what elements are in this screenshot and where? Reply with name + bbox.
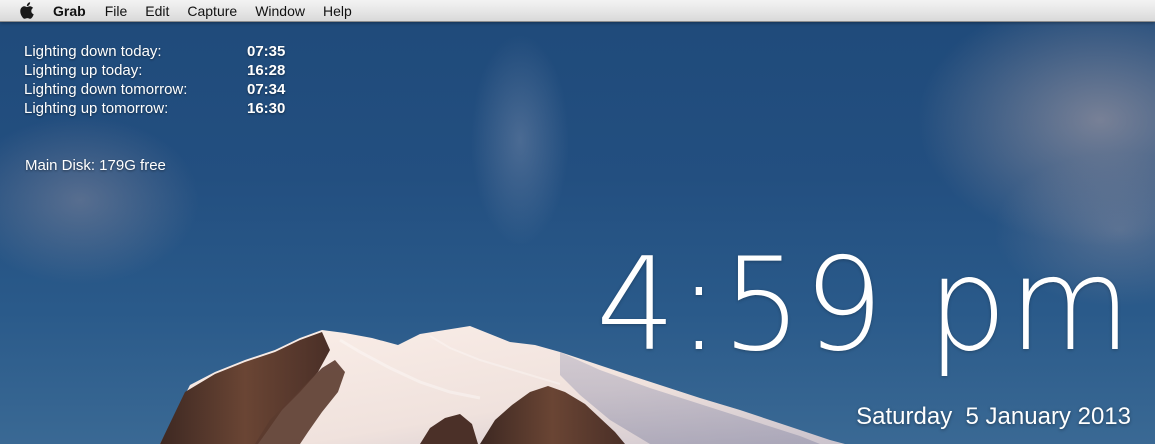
info-label: Lighting up today: bbox=[24, 62, 143, 79]
menu-capture[interactable]: Capture bbox=[187, 0, 237, 22]
menu-edit[interactable]: Edit bbox=[145, 0, 169, 22]
menu-bar: Grab File Edit Capture Window Help bbox=[0, 0, 1155, 22]
info-row: Lighting down today: 07:35 bbox=[24, 42, 285, 61]
menu-help[interactable]: Help bbox=[323, 0, 352, 22]
info-label: Lighting down tomorrow: bbox=[24, 81, 188, 98]
info-row: Lighting up tomorrow: 16:30 bbox=[24, 99, 285, 118]
info-label: Lighting down today: bbox=[24, 43, 162, 60]
desktop-wallpaper: Grab File Edit Capture Window Help Light… bbox=[0, 0, 1155, 444]
menu-window[interactable]: Window bbox=[255, 0, 305, 22]
info-value: 16:30 bbox=[247, 100, 286, 117]
info-value: 16:28 bbox=[247, 62, 286, 79]
clock-date: Saturday 5 January 2013 bbox=[856, 403, 1131, 430]
apple-logo-icon[interactable] bbox=[18, 2, 34, 20]
lighting-times-widget: Lighting down today: 07:35 Lighting up t… bbox=[24, 42, 285, 118]
info-label: Lighting up tomorrow: bbox=[24, 100, 169, 117]
info-value: 07:34 bbox=[247, 81, 286, 98]
clock-time: 4:59 pm bbox=[595, 231, 1133, 380]
info-value: 07:35 bbox=[247, 43, 286, 60]
disk-free-text: Main Disk: 179G free bbox=[25, 157, 166, 174]
menu-app-grab[interactable]: Grab bbox=[53, 0, 86, 22]
info-row: Lighting up today: 16:28 bbox=[24, 61, 285, 80]
menu-file[interactable]: File bbox=[105, 0, 128, 22]
info-row: Lighting down tomorrow: 07:34 bbox=[24, 80, 285, 99]
